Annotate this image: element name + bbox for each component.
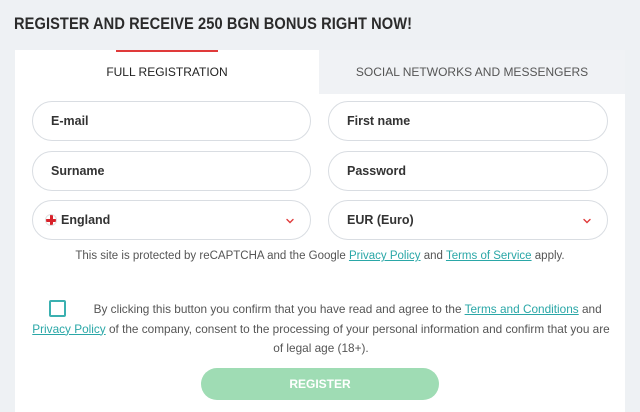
email-field[interactable]: E-mail <box>32 101 311 141</box>
registration-card: FULL REGISTRATION SOCIAL NETWORKS AND ME… <box>15 50 625 412</box>
surname-placeholder: Surname <box>51 164 105 178</box>
page-title: REGISTER AND RECEIVE 250 BGN BONUS RIGHT… <box>14 14 413 33</box>
surname-field[interactable]: Surname <box>32 151 311 191</box>
recaptcha-and: and <box>423 250 443 262</box>
tab-social-networks[interactable]: SOCIAL NETWORKS AND MESSENGERS <box>319 50 625 94</box>
register-button[interactable]: REGISTER <box>201 368 439 400</box>
password-placeholder: Password <box>347 164 407 178</box>
consent-text: By clicking this button you confirm that… <box>31 300 611 359</box>
england-flag-icon <box>45 214 57 226</box>
chevron-down-icon <box>286 218 294 224</box>
consent-part2: of the company, consent to the processin… <box>108 321 610 356</box>
tab-full-registration-label: FULL REGISTRATION <box>106 65 228 79</box>
tab-social-networks-label: SOCIAL NETWORKS AND MESSENGERS <box>355 65 589 79</box>
recaptcha-notice: This site is protected by reCAPTCHA and … <box>15 250 625 262</box>
country-value: England <box>61 213 111 227</box>
country-select[interactable]: England <box>32 200 311 240</box>
recaptcha-text: This site is protected by reCAPTCHA and … <box>75 250 346 262</box>
first-name-placeholder: First name <box>347 114 411 128</box>
consent-checkbox[interactable] <box>49 300 66 317</box>
chevron-down-icon <box>583 218 591 224</box>
active-tab-indicator <box>116 50 218 52</box>
email-placeholder: E-mail <box>51 114 89 128</box>
terms-of-service-link[interactable]: Terms of Service <box>446 250 532 262</box>
currency-select[interactable]: EUR (Euro) <box>328 200 608 240</box>
terms-and-conditions-link[interactable]: Terms and Conditions <box>465 302 579 316</box>
consent-and: and <box>581 302 602 316</box>
registration-tabs: FULL REGISTRATION SOCIAL NETWORKS AND ME… <box>15 50 625 94</box>
password-field[interactable]: Password <box>328 151 608 191</box>
privacy-policy-link[interactable]: Privacy Policy <box>349 250 421 262</box>
consent-privacy-policy-link[interactable]: Privacy Policy <box>32 322 105 336</box>
recaptcha-suffix: apply. <box>534 250 565 262</box>
consent-part1: By clicking this button you confirm that… <box>93 302 462 316</box>
currency-value: EUR (Euro) <box>347 213 414 227</box>
first-name-field[interactable]: First name <box>328 101 608 141</box>
tab-full-registration[interactable]: FULL REGISTRATION <box>15 50 319 94</box>
